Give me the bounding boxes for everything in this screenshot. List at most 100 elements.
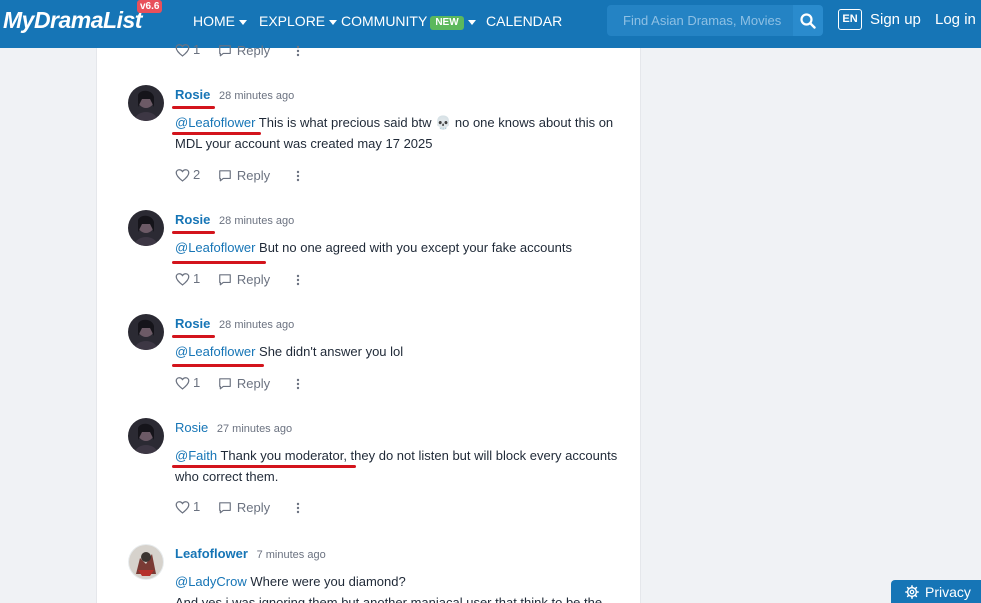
comment-body: @Leafoflower She didn't answer you lol [175,344,404,359]
chevron-down-icon [239,19,247,25]
like-count: 1 [193,375,201,390]
more-vertical-icon [296,274,299,285]
like-count: 1 [193,42,201,57]
nav-calendar[interactable]: CALENDAR [486,12,562,30]
like-button[interactable]: 1 [175,375,200,390]
comment-header: Rosie 28 minutes ago [175,212,294,227]
comment-timestamp[interactable]: 7 minutes ago [257,549,326,561]
annotation-underline [172,231,215,234]
comment-icon [219,273,231,285]
reply-button[interactable]: Reply [218,272,270,287]
comment-item: Rosie 28 minutes ago @Leafoflower She di… [128,314,608,404]
comment-item: Rosie 28 minutes ago @Leafoflower This i… [128,85,613,195]
heart-icon [175,500,190,514]
search-box [607,5,793,36]
like-button[interactable]: 1 [175,42,200,57]
chevron-down-icon [467,19,476,25]
comment-header: Rosie 28 minutes ago [175,87,294,102]
avatar[interactable] [128,544,164,580]
comment-timestamp[interactable]: 28 minutes ago [219,215,294,227]
comment-icon [219,44,231,56]
more-options-button[interactable] [296,170,300,185]
more-vertical-icon [296,45,299,56]
more-options-button[interactable] [296,502,300,517]
more-options-button[interactable] [296,274,300,289]
more-options-button[interactable] [296,45,300,60]
more-vertical-icon [296,170,299,181]
comment-header: Rosie 28 minutes ago [175,316,294,331]
comment-timestamp[interactable]: 28 minutes ago [219,319,294,331]
comment-icon [219,377,231,389]
like-count: 2 [193,167,201,182]
comment-author[interactable]: Rosie [175,420,208,435]
avatar[interactable] [128,314,164,350]
comment-body: @LadyCrow Where were you diamond? And ye… [175,574,603,603]
comment-actions: 1 Reply [175,499,300,517]
comment-author[interactable]: Leafoflower [175,546,248,561]
nav-explore[interactable]: EXPLORE [259,12,338,30]
annotation-underline [172,364,264,367]
like-button[interactable]: 1 [175,271,200,286]
comment-timestamp[interactable]: 28 minutes ago [219,90,294,102]
comment-actions: 1 Reply [175,271,300,289]
like-count: 1 [193,499,201,514]
comment-header: Rosie 27 minutes ago [175,420,292,435]
heart-icon [175,376,190,390]
comment-icon [219,169,231,181]
avatar[interactable] [128,210,164,246]
like-count: 1 [193,271,201,286]
comments-panel: 1 Reply Rosie 28 minutes ago @Leafoflowe… [96,42,641,603]
reply-button[interactable]: Reply [218,168,270,183]
user-mention[interactable]: @Leafoflower [175,240,255,255]
version-badge: v6.6 [137,0,163,13]
like-button[interactable]: 1 [175,499,200,514]
search-icon [800,12,816,29]
annotation-underline [172,132,261,135]
heart-icon [175,43,190,57]
comment-header: Leafoflower 7 minutes ago [175,546,326,561]
annotation-underline [172,106,215,109]
comment-author[interactable]: Rosie [175,87,210,102]
user-mention[interactable]: @LadyCrow [175,574,247,589]
login-link[interactable]: Log in [935,11,976,29]
comment-actions: 1 Reply [175,375,300,393]
avatar[interactable] [128,85,164,121]
reply-button[interactable]: Reply [218,500,270,515]
language-button[interactable]: EN [838,9,862,30]
more-vertical-icon [296,378,299,389]
nav-community[interactable]: COMMUNITY NEW [341,12,476,30]
heart-icon [175,272,190,286]
avatar[interactable] [128,418,164,454]
privacy-button[interactable]: Privacy [891,580,981,603]
comment-body: @Leafoflower But no one agreed with you … [175,240,572,255]
annotation-underline [172,335,215,338]
comment-item: Rosie 28 minutes ago @Leafoflower But no… [128,210,608,300]
comment-author[interactable]: Rosie [175,212,210,227]
user-mention[interactable]: @Leafoflower [175,344,255,359]
more-options-button[interactable] [296,378,300,393]
chevron-down-icon [329,19,338,25]
user-mention[interactable]: @Leafoflower [175,115,255,130]
heart-icon [175,168,190,182]
search-button[interactable] [793,5,823,36]
nav-home[interactable]: HOME [193,12,247,30]
comment-actions: 2 Reply [175,167,300,185]
comment-item: Leafoflower 7 minutes ago @LadyCrow Wher… [128,544,608,603]
search-input[interactable] [607,5,793,36]
site-logo[interactable]: MyDramaList [3,7,142,34]
top-navbar: MyDramaList v6.6 HOME EXPLORE COMMUNITY N… [0,0,981,48]
reply-button[interactable]: Reply [218,43,270,58]
user-mention[interactable]: @Faith [175,448,217,463]
new-badge: NEW [430,16,464,30]
comment-icon [219,501,231,513]
more-vertical-icon [296,502,299,513]
comment-author[interactable]: Rosie [175,316,210,331]
comment-timestamp[interactable]: 27 minutes ago [217,423,292,435]
annotation-underline [172,465,356,468]
reply-button[interactable]: Reply [218,376,270,391]
annotation-underline [172,261,266,264]
like-button[interactable]: 2 [175,167,200,182]
gear-icon [905,584,919,599]
signup-link[interactable]: Sign up [870,11,921,29]
comment-actions: 1 Reply [175,42,300,60]
